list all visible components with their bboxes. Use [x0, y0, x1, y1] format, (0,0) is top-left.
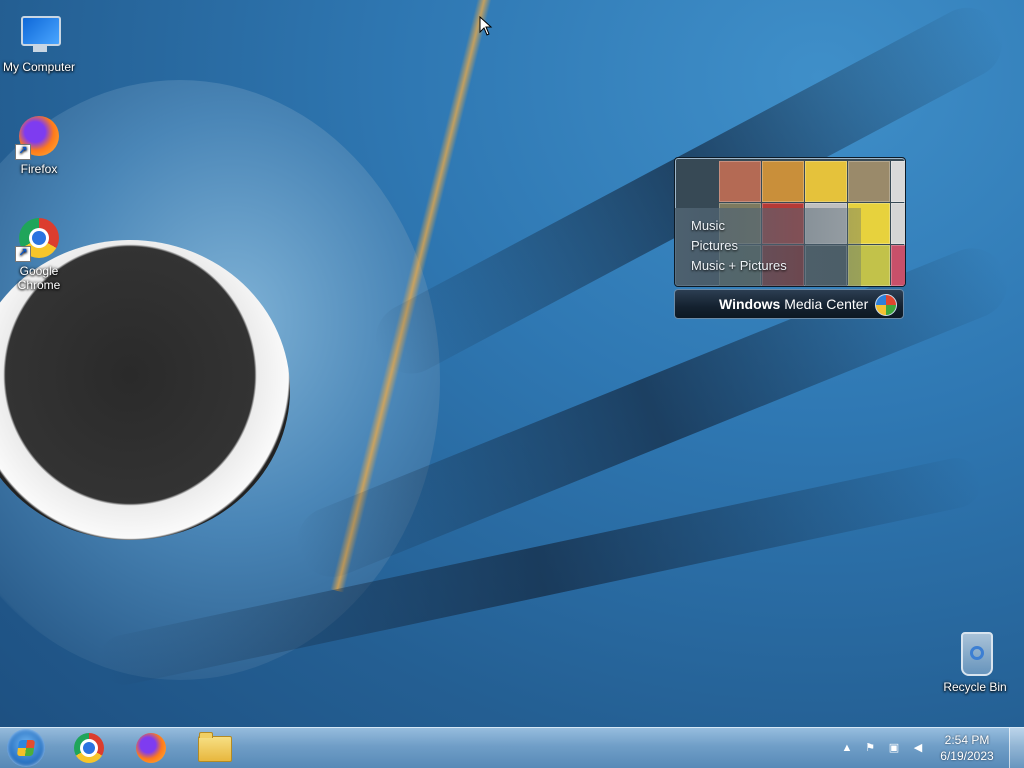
media-center-tiles[interactable]: Music Pictures Music + Pictures [674, 157, 906, 287]
taskbar-pinned-chrome[interactable] [60, 731, 114, 765]
desktop-icon-my-computer[interactable]: My Computer [0, 10, 79, 74]
media-center-title: Windows Media Center [719, 296, 869, 312]
clock-time: 2:54 PM [944, 733, 990, 747]
show-hidden-icons-arrow[interactable]: ▲ [839, 740, 855, 756]
media-menu-item-pictures[interactable]: Pictures [691, 236, 861, 256]
clock-date: 6/19/2023 [940, 749, 994, 763]
desktop-icon-label: Google Chrome [17, 264, 61, 292]
desktop-icon-label: My Computer [2, 60, 76, 74]
media-center-gadget[interactable]: Music Pictures Music + Pictures Windows … [674, 157, 906, 321]
folder-icon [198, 732, 232, 762]
show-desktop-button[interactable] [1009, 728, 1024, 768]
computer-icon [15, 10, 63, 58]
windows-logo-icon [16, 740, 36, 756]
recycle-bin-icon [951, 630, 999, 678]
shortcut-arrow-icon: ↗ [15, 246, 31, 262]
desktop-icon-label: Recycle Bin [943, 680, 1007, 694]
media-center-menu: Music Pictures Music + Pictures [675, 208, 861, 286]
start-button[interactable] [7, 729, 45, 767]
volume-muted-icon[interactable]: ◀ [910, 740, 926, 756]
desktop-wallpaper [0, 0, 1024, 728]
chrome-icon: ↗ [15, 214, 63, 262]
desktop-icon-firefox[interactable]: ↗ Firefox [0, 112, 79, 176]
media-menu-item-music-pictures[interactable]: Music + Pictures [691, 256, 861, 276]
shortcut-arrow-icon: ↗ [15, 144, 31, 160]
taskbar-pinned-explorer[interactable] [186, 731, 240, 765]
chrome-icon [74, 733, 104, 763]
taskbar: ▲ ⚑ ▣ ◀ 2:54 PM 6/19/2023 [0, 727, 1024, 768]
media-center-launch-bar[interactable]: Windows Media Center [674, 289, 904, 319]
taskbar-clock[interactable]: 2:54 PM 6/19/2023 [932, 732, 1002, 764]
action-center-flag-icon[interactable]: ⚑ [862, 740, 878, 756]
firefox-icon: ↗ [15, 112, 63, 160]
media-menu-item-music[interactable]: Music [691, 216, 861, 236]
network-icon[interactable]: ▣ [886, 740, 902, 756]
system-tray: ▲ ⚑ ▣ ◀ 2:54 PM 6/19/2023 [834, 728, 1024, 768]
desktop-icon-label: Firefox [20, 162, 58, 176]
desktop-icon-recycle-bin[interactable]: Recycle Bin [935, 630, 1015, 694]
desktop-icon-google-chrome[interactable]: ↗ Google Chrome [0, 214, 79, 292]
taskbar-pinned-firefox[interactable] [122, 731, 176, 765]
firefox-icon [136, 733, 166, 763]
windows-logo-icon [875, 294, 897, 316]
